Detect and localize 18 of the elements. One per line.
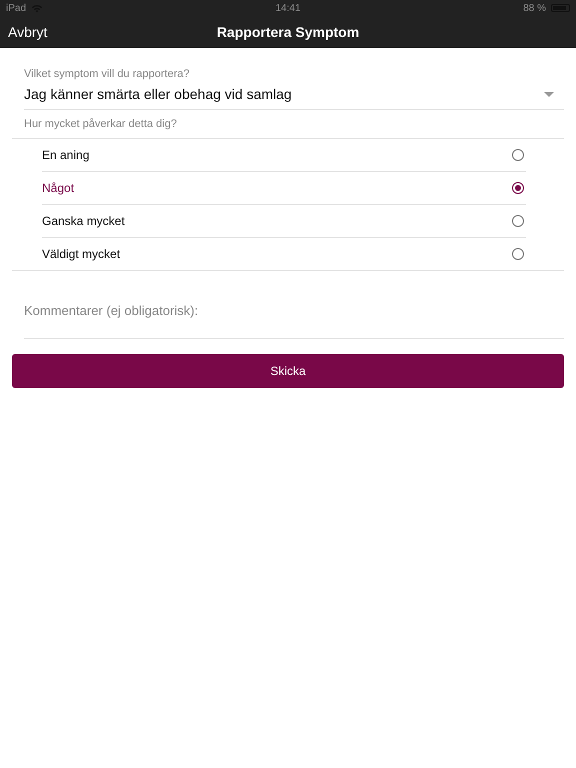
caret-icon: [544, 92, 554, 96]
clock: 14:41: [275, 2, 301, 14]
screen-title: Rapportera Symptom: [216, 24, 360, 40]
radio-button[interactable]: [512, 149, 524, 161]
radio-option[interactable]: Väldigt mycket: [42, 237, 526, 270]
radio-button[interactable]: [512, 215, 524, 227]
radio-button[interactable]: [512, 248, 524, 260]
radio-option[interactable]: Något: [42, 171, 526, 204]
radio-button[interactable]: [512, 182, 524, 194]
field-label: Vilket symptom vill du rapportera?: [24, 68, 190, 80]
cancel-button[interactable]: Avbryt: [0, 24, 56, 40]
field-label: Hur mycket påverkar detta dig?: [24, 118, 178, 130]
radio-option[interactable]: En aning: [42, 139, 526, 171]
submit-button[interactable]: Skicka: [12, 354, 564, 388]
battery-percent: 88 %: [523, 2, 546, 14]
symptom-dropdown[interactable]: Jag känner smärta eller obehag vid samlag: [24, 86, 564, 110]
radio-option[interactable]: Ganska mycket: [42, 204, 526, 237]
device-name: iPad: [6, 2, 26, 14]
